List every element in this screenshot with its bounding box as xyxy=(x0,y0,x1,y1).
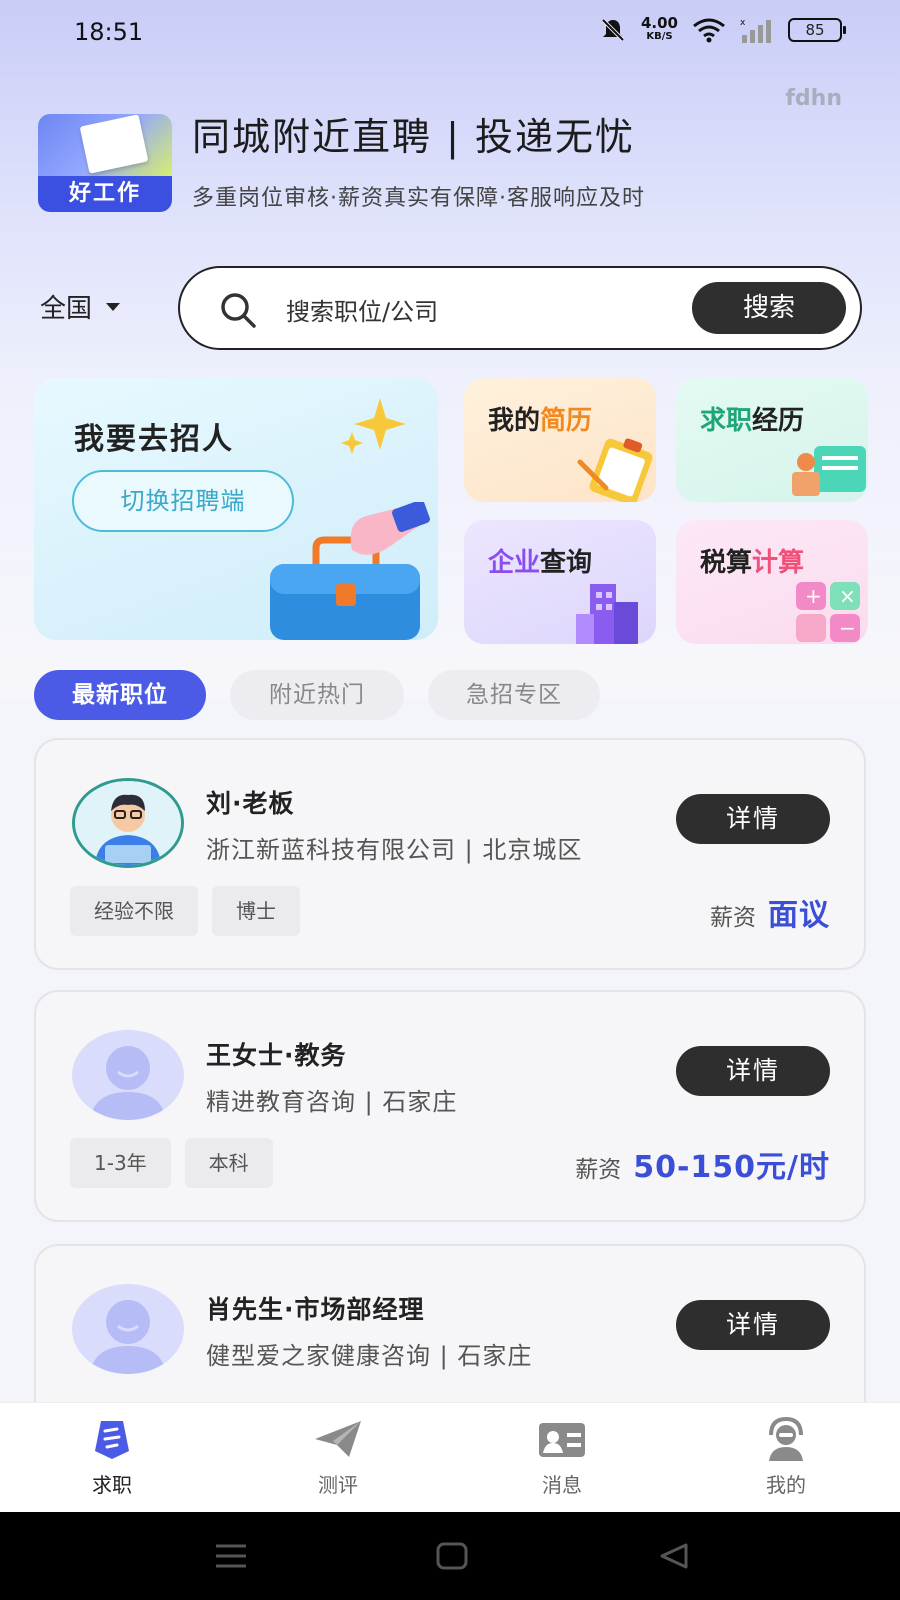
region-selector[interactable]: 全国 xyxy=(40,288,121,325)
status-icons: 4.00 KB/S x 85 xyxy=(599,16,846,44)
tag-education: 博士 xyxy=(212,886,300,936)
bottom-nav: 求职 测评 消息 我的 xyxy=(0,1402,900,1512)
caret-down-icon xyxy=(106,302,121,311)
tag-experience: 1-3年 xyxy=(70,1138,171,1188)
avatar xyxy=(72,778,184,868)
status-bar: 18:51 4.00 KB/S x 85 xyxy=(0,0,900,64)
job-card[interactable]: 王女士·教务 精进教育咨询 | 石家庄 详情 1-3年 本科 薪资 50-150… xyxy=(34,990,866,1222)
header-title: 同城附近直聘 | 投递无忧 xyxy=(192,115,635,159)
app-logo: 好工作 xyxy=(38,114,172,212)
nav-messages[interactable]: 消息 xyxy=(502,1417,622,1498)
tab-nearby-hot[interactable]: 附近热门 xyxy=(230,670,404,720)
job-tags: 1-3年 本科 xyxy=(70,1138,273,1188)
calculator-icon: + × − xyxy=(796,582,860,642)
nav-assessment[interactable]: 测评 xyxy=(278,1417,398,1498)
company-location: 健型爱之家健康咨询 | 石家庄 xyxy=(206,1342,533,1370)
avatar xyxy=(72,1030,184,1120)
paper-plane-icon xyxy=(315,1421,361,1457)
detail-button[interactable]: 详情 xyxy=(676,1300,830,1350)
battery-indicator: 85 xyxy=(788,18,846,42)
search-input[interactable]: 搜索职位/公司 xyxy=(286,292,438,327)
nav-label: 测评 xyxy=(318,1473,358,1497)
building-icon xyxy=(576,584,638,644)
tab-latest-jobs[interactable]: 最新职位 xyxy=(34,670,206,720)
svg-text:−: − xyxy=(839,616,856,640)
employer-avatar-icon xyxy=(75,781,181,865)
logo-label: 好工作 xyxy=(38,176,172,212)
mute-icon xyxy=(601,18,625,42)
tag-education: 本科 xyxy=(184,1138,273,1188)
recruit-card[interactable]: 我要去招人 切换招聘端 xyxy=(34,378,438,640)
detail-button[interactable]: 详情 xyxy=(676,1046,830,1096)
company-search-title-part1: 企业 xyxy=(488,548,541,578)
document-stamp-icon xyxy=(792,446,866,496)
sparkle-icon xyxy=(341,398,406,454)
status-time: 18:51 xyxy=(74,18,144,46)
svg-text:x: x xyxy=(740,18,746,28)
salary-label: 薪资 xyxy=(710,905,756,931)
id-card-icon xyxy=(539,1423,585,1457)
logo-document-icon xyxy=(79,114,149,174)
clipboard-icon xyxy=(577,438,653,502)
salary-value: 面议 xyxy=(768,898,830,933)
svg-text:×: × xyxy=(839,584,856,608)
job-experience-card[interactable]: 求职经历 xyxy=(676,378,868,502)
tax-calculator-card[interactable]: 税算计算 + × − xyxy=(676,520,868,644)
menu-icon[interactable] xyxy=(214,1542,248,1570)
nav-label: 求职 xyxy=(92,1473,132,1497)
my-resume-title-part1: 我的 xyxy=(488,406,541,436)
recruit-title: 我要去招人 xyxy=(74,422,234,457)
nav-profile[interactable]: 我的 xyxy=(726,1417,846,1498)
job-card[interactable]: 刘·老板 浙江新蓝科技有限公司 | 北京城区 详情 经验不限 博士 薪资 面议 xyxy=(34,738,866,970)
default-user-icon xyxy=(90,1300,166,1374)
back-icon[interactable] xyxy=(658,1542,690,1570)
home-icon[interactable] xyxy=(436,1542,468,1570)
tie-icon xyxy=(95,1421,129,1459)
salary-value: 50-150元/时 xyxy=(633,1150,830,1185)
headset-user-icon xyxy=(769,1417,803,1461)
search-button[interactable]: 搜索 xyxy=(692,282,846,334)
company-search-card[interactable]: 企业查询 xyxy=(464,520,656,644)
region-label: 全国 xyxy=(40,294,93,324)
net-speed-unit: KB/S xyxy=(646,31,673,42)
job-experience-title-part1: 求职 xyxy=(700,406,753,436)
tag-experience: 经验不限 xyxy=(70,886,198,936)
nav-job-search[interactable]: 求职 xyxy=(52,1417,172,1498)
employer-name: 刘·老板 xyxy=(206,789,295,818)
nav-label: 我的 xyxy=(766,1473,806,1497)
tab-urgent[interactable]: 急招专区 xyxy=(428,670,600,720)
my-resume-card[interactable]: 我的简历 xyxy=(464,378,656,502)
salary: 薪资 面议 xyxy=(710,890,830,934)
avatar xyxy=(72,1284,184,1374)
wifi-icon xyxy=(693,18,725,43)
tax-calculator-title-part1: 税算 xyxy=(700,548,753,578)
svg-text:+: + xyxy=(805,584,822,608)
default-user-icon xyxy=(90,1046,166,1120)
nav-label: 消息 xyxy=(542,1473,582,1497)
company-location: 浙江新蓝科技有限公司 | 北京城区 xyxy=(206,836,583,864)
job-tags: 经验不限 博士 xyxy=(70,886,300,936)
employer-name: 肖先生·市场部经理 xyxy=(206,1295,425,1324)
search-bar[interactable]: 搜索职位/公司 搜索 xyxy=(178,266,862,350)
job-card[interactable]: 肖先生·市场部经理 健型爱之家健康咨询 | 石家庄 详情 xyxy=(34,1244,866,1402)
salary: 薪资 50-150元/时 xyxy=(575,1142,830,1186)
signal-icon: x xyxy=(740,18,771,43)
system-navigation-bar xyxy=(0,1512,900,1600)
header-subtitle: 多重岗位审核·薪资真实有保障·客服响应及时 xyxy=(192,186,645,211)
net-speed-value: 4.00 xyxy=(640,14,678,32)
company-location: 精进教育咨询 | 石家庄 xyxy=(206,1088,458,1116)
briefcase-icon xyxy=(270,502,430,640)
net-speed: 4.00 KB/S xyxy=(641,16,678,44)
detail-button[interactable]: 详情 xyxy=(676,794,830,844)
watermark: fdhn xyxy=(785,86,842,111)
employer-name: 王女士·教务 xyxy=(206,1041,347,1070)
salary-label: 薪资 xyxy=(575,1157,622,1183)
search-icon xyxy=(221,293,256,328)
logo-art xyxy=(38,114,172,178)
